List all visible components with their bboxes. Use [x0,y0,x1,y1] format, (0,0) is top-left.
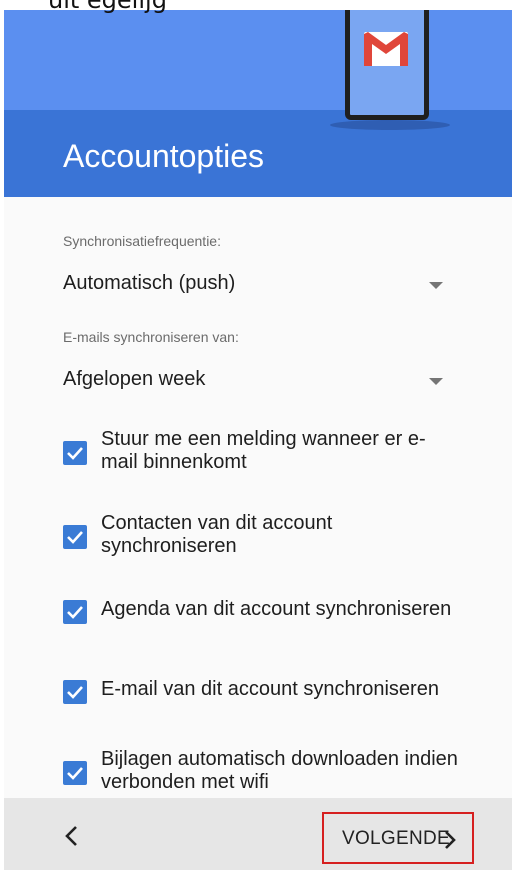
checkbox-checked-icon[interactable] [63,525,87,549]
sync-frequency-label: Synchronisatiefrequentie: [63,233,221,249]
option-label: Contacten van dit account synchroniseren [101,512,333,557]
option-label: Agenda van dit account synchroniseren [101,598,452,620]
option-sync-email[interactable]: E-mail van dit account synchroniseren [63,678,463,706]
option-label: E-mail van dit account synchroniseren [101,678,439,700]
bottom-navigation-bar: VOLGENDE [0,798,512,870]
checkbox-checked-icon[interactable] [63,441,87,465]
sync-frequency-dropdown[interactable]: Automatisch (push) [63,266,453,306]
chevron-left-icon [65,826,77,846]
option-auto-download-attachments[interactable]: Bijlagen automatisch downloaden indien v… [63,748,463,798]
phone-shadow [330,120,450,130]
gmail-logo-icon [364,32,408,66]
option-new-mail-notification[interactable]: Stuur me een melding wanneer er e-mail b… [63,428,463,478]
sync-range-label: E-mails synchroniseren van: [63,329,239,345]
chevron-right-icon [445,831,456,849]
sync-range-value: Afgelopen week [63,368,206,390]
sync-frequency-value: Automatisch (push) [63,272,236,294]
page-title: Accountopties [63,138,265,174]
next-button-label: VOLGENDE [342,828,450,849]
option-label: Stuur me een melding wanneer er e-mail b… [101,428,426,473]
dropdown-arrow-icon [429,282,443,289]
dropdown-arrow-icon [429,378,443,385]
option-sync-contacts[interactable]: Contacten van dit account synchroniseren [63,512,463,562]
account-options-screen: uit egelijg Accountopties Synchronisatie… [0,0,512,870]
sync-range-dropdown[interactable]: Afgelopen week [63,362,453,402]
checkbox-checked-icon[interactable] [63,680,87,704]
top-caption-text: uit egelijg [48,0,167,14]
checkbox-checked-icon[interactable] [63,600,87,624]
option-label: Bijlagen automatisch downloaden indien v… [101,748,458,793]
header-illustration [0,10,512,110]
phone-illustration [345,0,429,120]
back-button[interactable] [52,816,92,856]
option-sync-calendar[interactable]: Agenda van dit account synchroniseren [63,598,463,626]
top-caption: uit egelijg [0,0,512,14]
next-button[interactable]: VOLGENDE [322,812,474,864]
checkbox-checked-icon[interactable] [63,761,87,785]
